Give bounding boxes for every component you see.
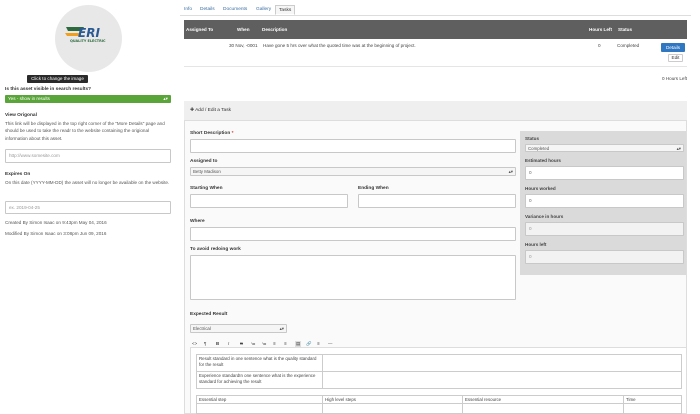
task-hours-left: 0 xyxy=(598,43,601,48)
where-input[interactable] xyxy=(190,227,516,241)
eri-logo: ERI QUALITY ELECTRIC xyxy=(65,26,106,43)
table-cell[interactable] xyxy=(322,403,463,414)
where-label: Where xyxy=(190,219,205,224)
view-original-description: This link will be displayed in the top r… xyxy=(5,121,165,141)
modified-by-text: Modified By Simon Isaac on 3:08pm Jun 09… xyxy=(5,231,107,236)
align-icon[interactable]: ≡ xyxy=(317,341,320,346)
estimated-hours-label: Estimated hours xyxy=(525,158,561,163)
tab-details[interactable]: Details xyxy=(197,5,218,15)
variance-label: Variance in hours xyxy=(525,214,564,219)
panel-header xyxy=(184,101,687,121)
col-description: Description xyxy=(262,27,288,32)
horizontal-rule-icon[interactable]: — xyxy=(328,341,332,346)
expires-description: On this date (YYYY-MM-DD) the asset will… xyxy=(5,180,170,185)
expires-label: Expires On xyxy=(5,172,31,177)
visibility-value: Yes - show in results xyxy=(8,96,50,101)
chevron-down-icon: ▴▾ xyxy=(279,326,284,331)
short-description-label-text: Short Description xyxy=(190,131,231,136)
edit-button[interactable]: Edit xyxy=(668,54,683,62)
col-hours-left: Hours Left xyxy=(589,27,612,32)
tab-tasks[interactable]: Tasks xyxy=(275,5,296,15)
avoid-redo-label: To avoid redoing work xyxy=(190,247,241,252)
col-when: When xyxy=(237,27,250,32)
view-original-label: View Origonal xyxy=(5,113,37,118)
details-button[interactable]: Details xyxy=(661,43,685,52)
status-select[interactable]: Completed ▴▾ xyxy=(525,144,684,152)
expected-result-label: Expected Result xyxy=(190,312,228,317)
starting-when-input[interactable] xyxy=(190,194,348,208)
col-assigned-to: Assigned To xyxy=(186,27,214,32)
tab-gallery[interactable]: Gallery xyxy=(253,5,274,15)
panel-title: ✚ Add / Edit a Task xyxy=(190,108,231,113)
table-cell[interactable] xyxy=(196,403,323,414)
status-label: Status xyxy=(525,136,540,141)
table-cell[interactable] xyxy=(623,403,682,414)
assigned-to-select[interactable]: Betty Madison ▴▾ xyxy=(190,167,516,176)
hours-left-label: Hours left xyxy=(525,242,547,247)
tab-divider xyxy=(180,15,691,16)
chevron-down-icon: ▴▾ xyxy=(508,169,513,174)
result-standard-value-cell[interactable] xyxy=(322,354,682,372)
italic-icon[interactable]: I xyxy=(228,341,229,346)
experience-standard-value-cell[interactable] xyxy=(322,371,682,389)
total-hours-left: 0 Hours Left xyxy=(662,76,688,81)
estimated-hours-input[interactable]: 0 xyxy=(525,166,684,180)
chevron-down-icon: ▴▾ xyxy=(676,146,681,151)
assigned-to-label: Assigned to xyxy=(190,159,218,164)
status-value: Completed xyxy=(528,146,550,151)
logo-text: ERI xyxy=(78,26,100,40)
created-by-text: Created By Simon Isaac on 9:43pm May 04,… xyxy=(5,220,107,225)
assigned-to-value: Betty Madison xyxy=(193,169,221,174)
logo-subtext: QUALITY ELECTRIC xyxy=(70,39,106,43)
short-description-label: Short Description * xyxy=(190,131,233,136)
tab-documents[interactable]: Documents xyxy=(220,5,250,15)
expires-date-input[interactable]: ex. 2019-04-25 xyxy=(5,201,171,214)
row-divider xyxy=(184,66,687,67)
ending-when-label: Ending When xyxy=(358,186,389,191)
code-view-icon[interactable]: <> xyxy=(192,341,197,346)
visibility-select[interactable]: Yes - show in results ▴▾ xyxy=(5,95,171,103)
task-when: 30 Nov, -0001 xyxy=(229,43,258,48)
hours-worked-label: Hours worked xyxy=(525,186,556,191)
col-status: Status xyxy=(618,27,633,32)
change-image-button[interactable]: Click to change the image xyxy=(27,75,88,83)
required-asterisk: * xyxy=(231,131,234,136)
experience-standard-cell[interactable]: Experience standardIn one sentence what … xyxy=(196,371,323,389)
plus-icon: ✚ xyxy=(190,108,195,113)
tab-info[interactable]: Info xyxy=(181,5,195,15)
starting-when-label: Starting When xyxy=(190,186,223,191)
visibility-label: Is this asset visible in search results? xyxy=(5,87,92,92)
short-description-input[interactable] xyxy=(190,139,516,153)
result-standard-cell[interactable]: Result standard in one sentence what is … xyxy=(196,354,323,372)
expected-result-value: Electrical xyxy=(193,326,211,331)
hours-worked-input[interactable]: 0 xyxy=(525,194,684,208)
table-cell[interactable] xyxy=(462,403,624,414)
chevron-down-icon: ▴▾ xyxy=(163,96,168,101)
tasks-table-header: Assigned To When Description Hours Left … xyxy=(184,20,687,39)
indent-icon[interactable]: ≡ xyxy=(284,341,287,346)
expected-result-select[interactable]: Electrical ▴▾ xyxy=(190,324,287,333)
task-description: Have gone 5 hrs over what the quoted tim… xyxy=(263,43,416,48)
bold-icon[interactable]: B xyxy=(216,341,219,346)
outdent-icon[interactable]: ≡ xyxy=(273,341,276,346)
paragraph-icon[interactable]: ¶ xyxy=(204,341,206,346)
strikethrough-icon[interactable]: S xyxy=(240,341,243,346)
hours-left-input: 0 xyxy=(525,250,684,264)
variance-input: 0 xyxy=(525,222,684,236)
avoid-redo-textarea[interactable] xyxy=(190,255,516,300)
panel-title-text: Add / Edit a Task xyxy=(195,108,232,113)
task-status: Completed xyxy=(617,43,640,48)
original-url-input[interactable]: http://www.somesite.com xyxy=(5,149,171,163)
ending-when-input[interactable] xyxy=(358,194,516,208)
